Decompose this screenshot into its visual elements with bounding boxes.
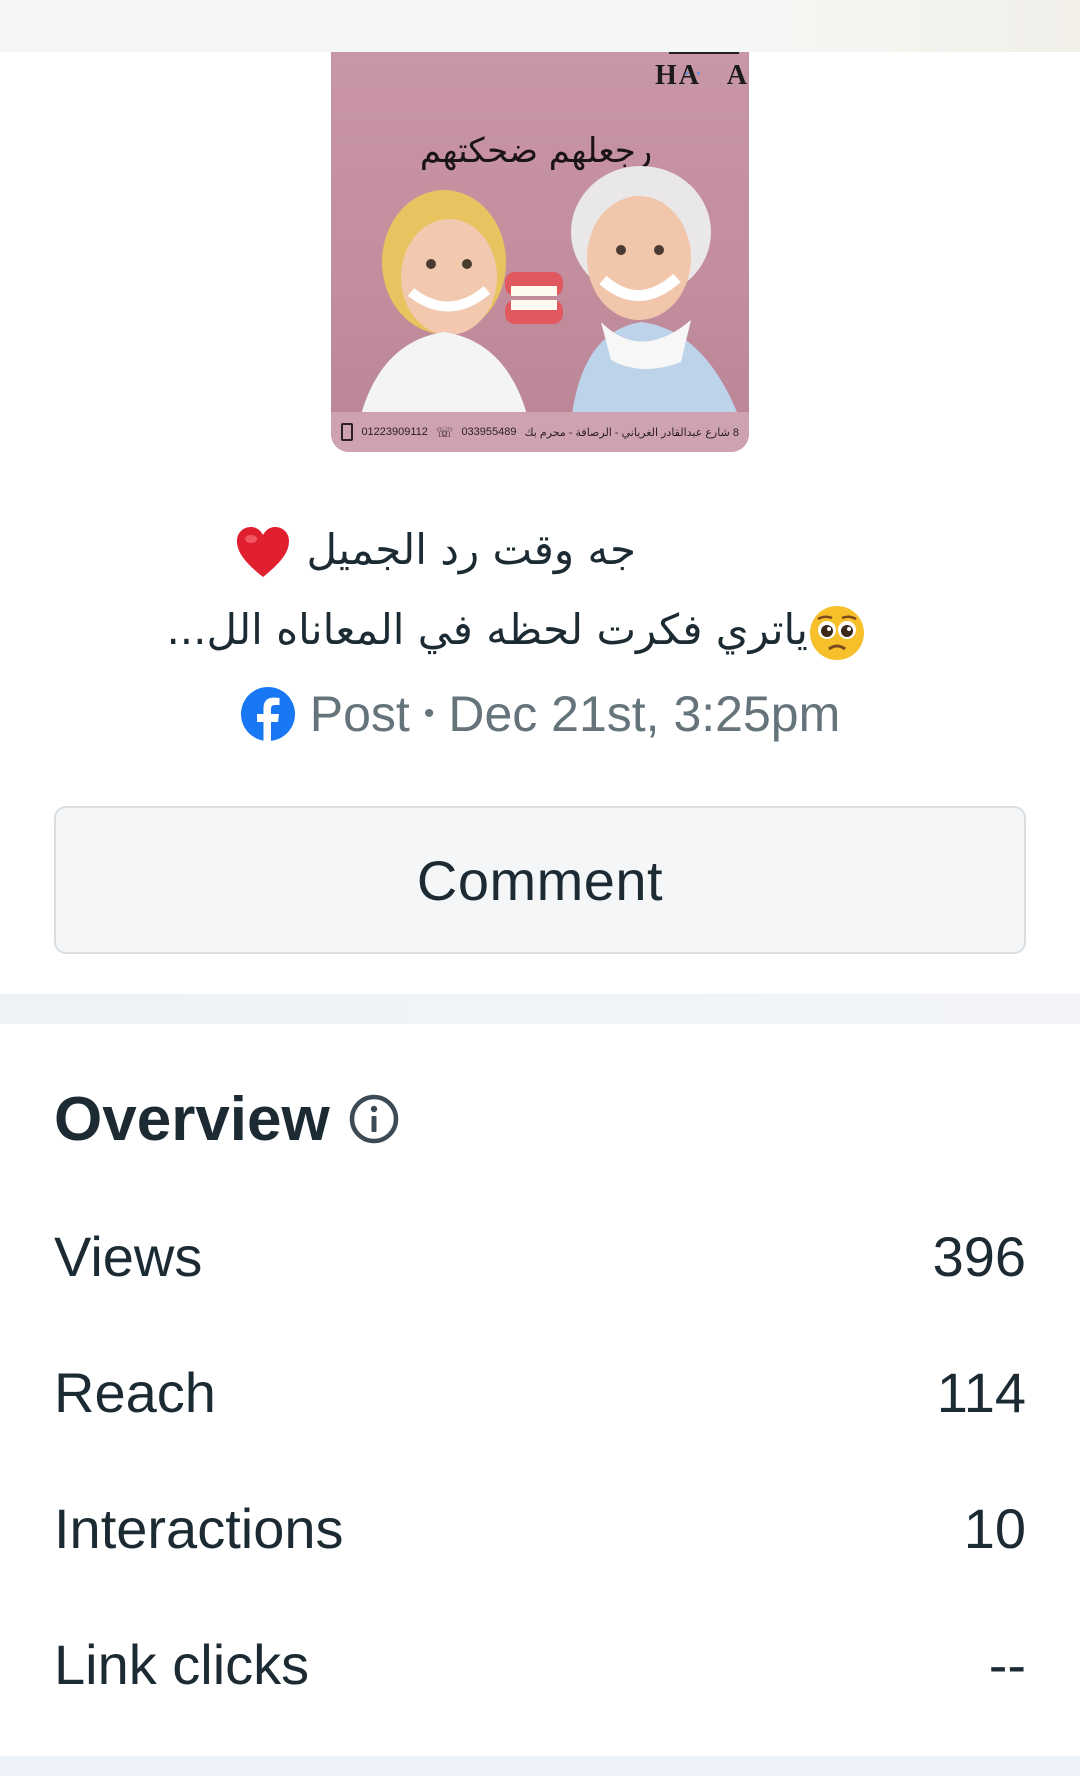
metric-row-reach: Reach 114 bbox=[54, 1352, 1026, 1432]
caption-line-1: جه وقت رد الجميل bbox=[225, 510, 636, 590]
metric-value: -- bbox=[988, 1632, 1026, 1696]
post-date: Dec 21st, 3:25pm bbox=[448, 686, 841, 742]
metric-value: 10 bbox=[963, 1496, 1026, 1560]
metric-row-views: Views 396 bbox=[54, 1216, 1026, 1296]
metric-label: Link clicks bbox=[54, 1632, 310, 1696]
facebook-icon bbox=[240, 687, 295, 742]
overview-header: Overview bbox=[54, 1084, 400, 1154]
bottom-band bbox=[0, 1756, 1080, 1776]
metric-label: Views bbox=[54, 1224, 203, 1288]
info-icon[interactable] bbox=[348, 1093, 400, 1145]
denture-model bbox=[505, 272, 563, 324]
pleading-face-emoji bbox=[810, 605, 864, 660]
comment-button[interactable]: Comment bbox=[54, 806, 1026, 954]
mobile-phone-icon bbox=[341, 423, 354, 441]
metric-value: 396 bbox=[932, 1224, 1026, 1288]
metric-row-link-clicks: Link clicks -- bbox=[54, 1624, 1026, 1704]
clinic-logo: HA • • A bbox=[637, 52, 749, 96]
image-footer: 01223909112 ☏ 033955489 8 شارع عبدالقادر… bbox=[331, 412, 749, 452]
post-image[interactable]: HA • • A رجعلهم ضحكتهم 01223909112 ☏ 033… bbox=[331, 52, 749, 452]
overview-title: Overview bbox=[54, 1084, 330, 1154]
heart-emoji bbox=[237, 526, 290, 577]
metric-label: Reach bbox=[54, 1360, 216, 1424]
top-strip bbox=[0, 0, 1080, 52]
meta-separator: • bbox=[423, 697, 435, 730]
telephone-icon: ☏ bbox=[435, 423, 454, 440]
post-meta: Post • Dec 21st, 3:25pm bbox=[0, 680, 1080, 748]
metric-value: 114 bbox=[936, 1360, 1026, 1424]
caption-line-2: ياتري فكرت لحظه في المعاناه الل... bbox=[166, 590, 866, 670]
metric-row-interactions: Interactions 10 bbox=[54, 1488, 1026, 1568]
post-type-label: Post bbox=[309, 686, 410, 742]
section-divider bbox=[0, 994, 1080, 1024]
metric-label: Interactions bbox=[54, 1496, 344, 1560]
